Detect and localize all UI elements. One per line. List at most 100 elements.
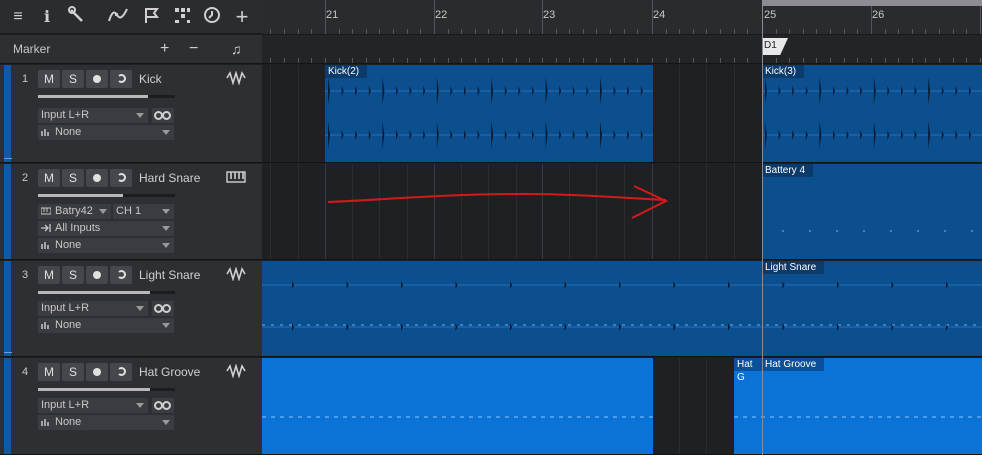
ruler-tick: [610, 29, 611, 34]
clock-icon[interactable]: [201, 6, 223, 28]
ruler-tick: [733, 29, 735, 34]
menu-icon[interactable]: ≡: [7, 6, 29, 28]
waveform-transient: [355, 130, 358, 140]
marker-lane-tick: [542, 58, 543, 63]
volume-fill: [38, 388, 151, 391]
ruler-tick: [325, 0, 326, 34]
solo-button[interactable]: S: [62, 70, 84, 88]
record-arm-button[interactable]: [86, 70, 108, 88]
waveform-transient: [887, 86, 890, 96]
track-kick[interactable]: 1 M S Kick Input L+R None: [0, 65, 262, 163]
input-monitor-toggle[interactable]: [152, 108, 174, 123]
monitor-button[interactable]: [110, 363, 132, 381]
waveform-transient: [782, 323, 785, 331]
waveform-transient: [450, 130, 453, 140]
marker-lane-tick: [789, 58, 791, 63]
channel-select[interactable]: CH 1: [113, 204, 174, 219]
monitor-button[interactable]: [110, 70, 132, 88]
marker-lane[interactable]: D1: [262, 35, 982, 64]
track-color-strip: [0, 358, 13, 454]
monitor-button[interactable]: [110, 266, 132, 284]
instrument-select[interactable]: Batry42: [38, 204, 111, 219]
mute-button[interactable]: M: [38, 169, 60, 187]
annotation-arrow: [327, 185, 669, 219]
flag-icon[interactable]: [141, 6, 163, 28]
marker-lane-tick: [679, 58, 681, 63]
output-value: None: [55, 126, 82, 138]
output-value: None: [55, 319, 82, 331]
waveform-transient: [887, 130, 890, 140]
waveform-transient: [545, 121, 548, 149]
ruler-tick: [925, 29, 927, 34]
marker-lane-tick: [338, 58, 340, 63]
output-select[interactable]: None: [38, 318, 174, 333]
waveform-transient: [837, 323, 839, 331]
waveform-transient: [564, 323, 567, 331]
record-arm-button[interactable]: [86, 266, 108, 284]
waveform-transient: [545, 77, 548, 105]
marker-header: Marker + − ♫: [0, 35, 262, 64]
mute-button[interactable]: M: [38, 266, 60, 284]
waveform-transient: [640, 86, 643, 96]
waveform-transient: [341, 86, 344, 96]
ruler-tick: [652, 0, 653, 34]
curve-icon[interactable]: [107, 6, 129, 28]
add-icon[interactable]: +: [231, 6, 253, 28]
waveform-transient: [728, 281, 730, 289]
note-icon[interactable]: ♫: [231, 40, 242, 58]
quantize-icon[interactable]: [171, 6, 193, 28]
record-arm-button[interactable]: [86, 169, 108, 187]
ruler-tick: [555, 29, 557, 34]
input-select[interactable]: Input L+R: [38, 301, 148, 316]
loop-range-bar[interactable]: [762, 0, 982, 6]
solo-button[interactable]: S: [62, 363, 84, 381]
waveform-transient: [901, 130, 903, 140]
volume-fader[interactable]: [38, 291, 175, 294]
track-name[interactable]: Light Snare: [139, 268, 200, 282]
output-select[interactable]: None: [38, 415, 174, 430]
add-marker-button[interactable]: +: [160, 40, 169, 58]
mute-button[interactable]: M: [38, 363, 60, 381]
marker-lane-tick: [610, 58, 611, 63]
marker-lane-tick: [406, 58, 408, 63]
record-arm-button[interactable]: [86, 363, 108, 381]
volume-fader[interactable]: [38, 194, 175, 197]
input-monitor-toggle[interactable]: [152, 398, 174, 413]
instrument-track-icon: [226, 171, 246, 183]
waveform-transient: [792, 130, 795, 140]
output-select[interactable]: None: [38, 125, 174, 140]
info-icon[interactable]: i: [36, 6, 58, 28]
ruler-tick: [706, 29, 708, 34]
wrench-icon[interactable]: [66, 6, 88, 28]
marker-lane-tick: [284, 58, 285, 63]
input-select[interactable]: Input L+R: [38, 398, 148, 413]
track-name[interactable]: Kick: [139, 72, 162, 86]
ruler-tick: [488, 29, 490, 34]
output-select[interactable]: None: [38, 238, 174, 253]
monitor-button[interactable]: [110, 169, 132, 187]
track-name[interactable]: Hard Snare: [139, 171, 200, 185]
waveform-transient: [619, 323, 621, 331]
midi-input-select[interactable]: All Inputs: [38, 221, 174, 236]
marker-lane-tick: [733, 58, 735, 63]
track-hard-snare[interactable]: 2 M S Hard Snare Batry42 CH 1 All Inputs…: [0, 164, 262, 260]
remove-marker-button[interactable]: −: [189, 40, 198, 58]
waveform-transient: [401, 281, 403, 289]
mute-button[interactable]: M: [38, 70, 60, 88]
track-name[interactable]: Hat Groove: [139, 365, 200, 379]
volume-fader[interactable]: [38, 95, 175, 98]
ruler-tick: [775, 29, 777, 34]
track-hat-groove[interactable]: 4 M S Hat Groove Input L+R None: [0, 358, 262, 455]
marker-lane-tick: [665, 58, 667, 63]
waveform-transient: [778, 130, 781, 140]
solo-button[interactable]: S: [62, 169, 84, 187]
output-icon: [41, 129, 49, 136]
marker-lane-tick: [515, 58, 517, 63]
volume-fader[interactable]: [38, 388, 175, 391]
input-select[interactable]: Input L+R: [38, 108, 148, 123]
track-light-snare[interactable]: 3 M S Light Snare Input L+R None: [0, 261, 262, 357]
marker-lane-tick: [393, 58, 394, 63]
input-monitor-toggle[interactable]: [152, 301, 174, 316]
solo-button[interactable]: S: [62, 266, 84, 284]
waveform-transient: [518, 86, 521, 96]
